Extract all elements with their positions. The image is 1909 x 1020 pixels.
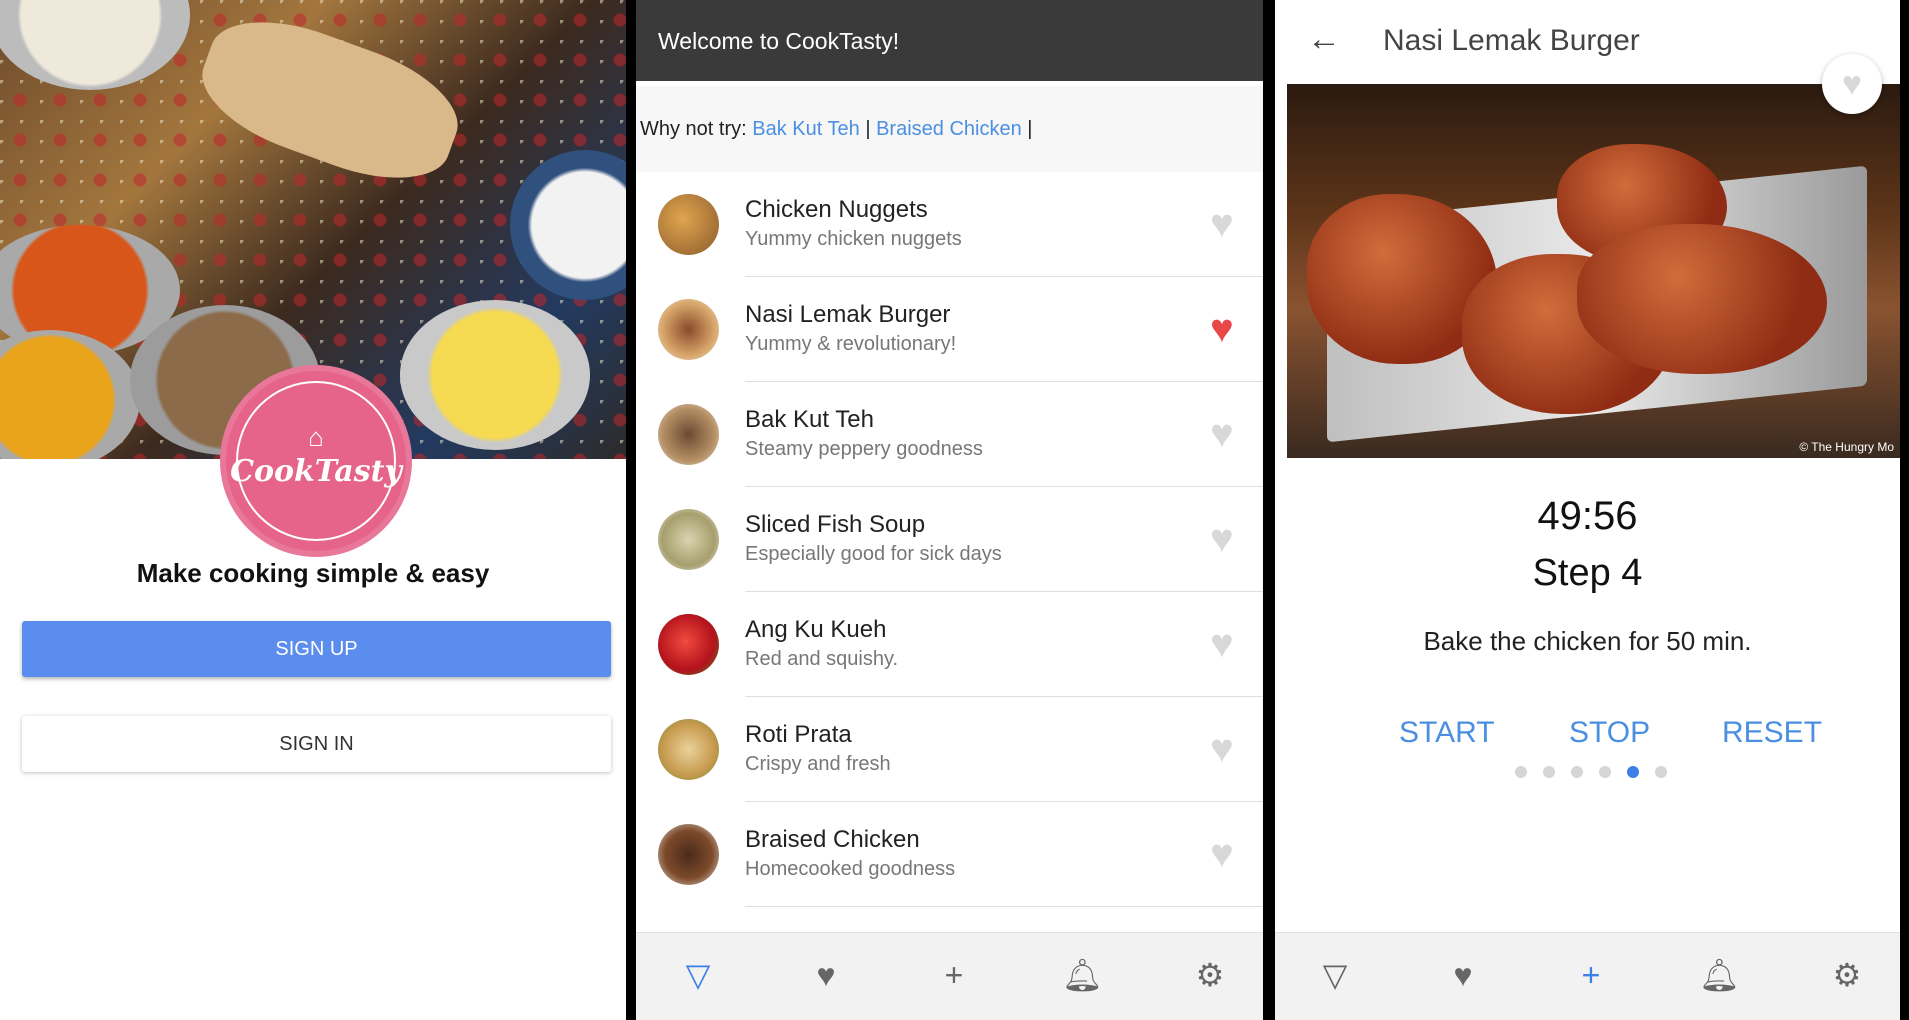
suggestion-bar: Why not try: Bak Kut Teh | Braised Chick… xyxy=(636,86,1263,172)
recipe-detail-screen: ← Nasi Lemak Burger © The Hungry Mo ♥ 49… xyxy=(1275,0,1900,1020)
recipe-row[interactable]: Ang Ku Kueh Red and squishy. ♥ xyxy=(636,592,1263,697)
recipe-title: Bak Kut Teh xyxy=(745,406,874,433)
recipe-title: Ang Ku Kueh xyxy=(745,616,887,643)
recipe-thumbnail xyxy=(658,299,719,360)
recipe-subtitle: Steamy peppery goodness xyxy=(745,438,983,460)
recipe-subtitle: Crispy and fresh xyxy=(745,753,891,775)
step-dot[interactable] xyxy=(1543,766,1555,778)
recipe-list: Chicken Nuggets Yummy chicken nuggets ♥ … xyxy=(636,172,1263,932)
detail-app-bar: ← Nasi Lemak Burger xyxy=(1275,0,1900,84)
back-arrow-icon[interactable]: ← xyxy=(1307,20,1341,59)
step-dot[interactable] xyxy=(1571,766,1583,778)
favorite-heart-icon[interactable]: ♥ xyxy=(1210,204,1234,244)
favorite-heart-icon[interactable]: ♥ xyxy=(1210,309,1234,349)
suggestion-separator: | xyxy=(1027,118,1033,140)
heart-icon[interactable]: ♥ xyxy=(1443,955,1483,995)
step-dot[interactable] xyxy=(1515,766,1527,778)
plus-icon[interactable]: + xyxy=(934,955,974,995)
favorite-heart-icon[interactable]: ♥ xyxy=(1210,519,1234,559)
recipe-thumbnail xyxy=(658,404,719,465)
bottom-navigation: ▽ ♥ + 🔔︎ ⚙ xyxy=(636,932,1263,1020)
start-button[interactable]: START xyxy=(1399,716,1495,750)
recipe-thumbnail xyxy=(658,824,719,885)
step-dot[interactable] xyxy=(1655,766,1667,778)
recipe-thumbnail xyxy=(658,509,719,570)
suggestion-prefix: Why not try: xyxy=(640,118,747,140)
butter-bowl xyxy=(400,300,590,450)
favorite-heart-icon[interactable]: ♥ xyxy=(1210,624,1234,664)
step-dot[interactable] xyxy=(1599,766,1611,778)
recipe-row[interactable]: Braised Chicken Homecooked goodness ♥ xyxy=(636,802,1263,907)
recipe-subtitle: Homecooked goodness xyxy=(745,858,956,880)
recipe-subtitle: Yummy chicken nuggets xyxy=(745,228,962,250)
stop-button[interactable]: STOP xyxy=(1569,716,1650,750)
plus-icon[interactable]: + xyxy=(1571,955,1611,995)
tagline: Make cooking simple & easy xyxy=(136,558,490,588)
recipe-thumbnail xyxy=(658,194,719,255)
app-bar-title: Welcome to CookTasty! xyxy=(658,28,900,54)
cooktasty-logo: ⌂ CookTasty xyxy=(226,371,406,551)
pizza-icon[interactable]: ▽ xyxy=(678,955,718,995)
sign-up-button[interactable]: SIGN UP xyxy=(22,621,611,677)
recipe-photo: © The Hungry Mo xyxy=(1287,84,1900,458)
login-screen: ⌂ CookTasty Make cooking simple & easy S… xyxy=(0,0,626,1020)
recipe-thumbnail xyxy=(658,614,719,675)
step-label: Step 4 xyxy=(1532,552,1643,594)
reset-button[interactable]: RESET xyxy=(1722,716,1822,750)
recipe-row[interactable]: Nasi Lemak Burger Yummy & revolutionary!… xyxy=(636,277,1263,382)
recipe-title: Sliced Fish Soup xyxy=(745,511,926,538)
home-screen: Welcome to CookTasty! Why not try: Bak K… xyxy=(636,0,1263,1020)
favorite-heart-icon[interactable]: ♥ xyxy=(1822,54,1882,114)
recipe-subtitle: Yummy & revolutionary! xyxy=(745,333,957,355)
recipe-thumbnail xyxy=(658,719,719,780)
heart-icon[interactable]: ♥ xyxy=(806,955,846,995)
sign-in-button[interactable]: SIGN IN xyxy=(22,716,611,772)
recipe-row[interactable]: Roti Prata Crispy and fresh ♥ xyxy=(636,697,1263,802)
gear-icon[interactable]: ⚙ xyxy=(1827,955,1867,995)
bottom-navigation: ▽ ♥ + 🔔︎ ⚙ xyxy=(1275,932,1900,1020)
recipe-subtitle: Red and squishy. xyxy=(745,648,899,670)
pizza-icon[interactable]: ▽ xyxy=(1315,955,1355,995)
recipe-title: Chicken Nuggets xyxy=(745,196,928,223)
app-bar: Welcome to CookTasty! xyxy=(636,0,1263,81)
bell-icon[interactable]: 🔔︎ xyxy=(1062,955,1103,995)
recipe-title: Roti Prata xyxy=(745,721,852,748)
recipe-row[interactable]: Chicken Nuggets Yummy chicken nuggets ♥ xyxy=(636,172,1263,277)
recipe-row[interactable]: Bak Kut Teh Steamy peppery goodness ♥ xyxy=(636,382,1263,487)
favorite-heart-icon[interactable]: ♥ xyxy=(1210,729,1234,769)
favorite-heart-icon[interactable]: ♥ xyxy=(1210,834,1234,874)
recipe-title: Nasi Lemak Burger xyxy=(745,301,951,328)
bell-icon[interactable]: 🔔︎ xyxy=(1699,955,1740,995)
photo-credit: © The Hungry Mo xyxy=(1799,440,1894,454)
gear-icon[interactable]: ⚙ xyxy=(1190,955,1230,995)
step-instruction: Bake the chicken for 50 min. xyxy=(1423,626,1752,656)
suggestion-separator: | xyxy=(865,118,871,140)
suggestion-link-bak-kut-teh[interactable]: Bak Kut Teh xyxy=(752,118,859,140)
suggestion-link-braised-chicken[interactable]: Braised Chicken xyxy=(876,118,1022,140)
recipe-row[interactable]: Sliced Fish Soup Especially good for sic… xyxy=(636,487,1263,592)
countdown-timer: 49:56 xyxy=(1537,494,1638,538)
step-dot[interactable] xyxy=(1627,766,1639,778)
recipe-title: Braised Chicken xyxy=(745,826,920,853)
recipe-subtitle: Especially good for sick days xyxy=(745,543,1002,565)
recipe-detail-title: Nasi Lemak Burger xyxy=(1383,24,1640,57)
favorite-heart-icon[interactable]: ♥ xyxy=(1210,414,1234,454)
